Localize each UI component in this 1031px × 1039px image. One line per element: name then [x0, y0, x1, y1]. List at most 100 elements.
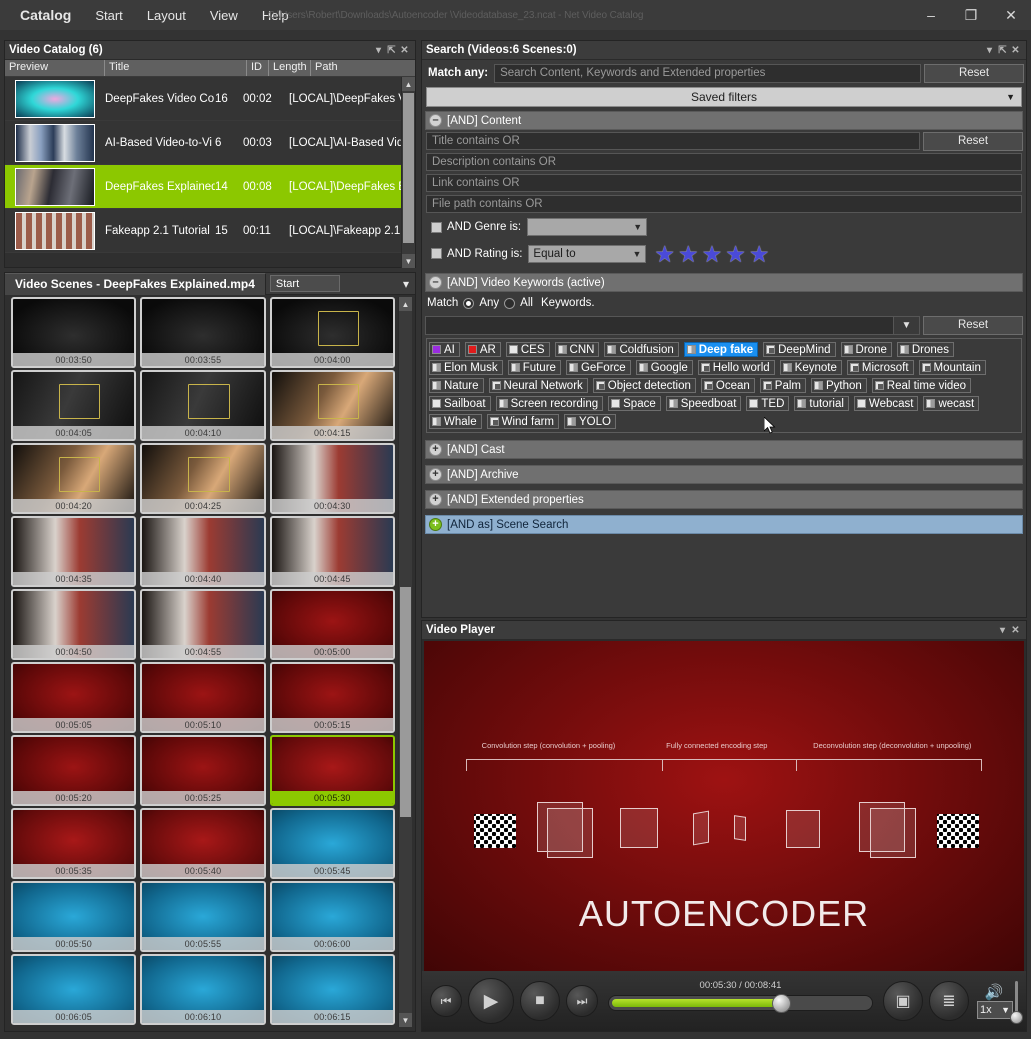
collapse-icon[interactable]: –	[429, 114, 442, 127]
keyword-checkbox[interactable]	[432, 345, 441, 354]
keyword-checkbox[interactable]	[432, 381, 441, 390]
close-icon[interactable]: ✕	[1009, 45, 1022, 56]
group-header-cast[interactable]: + [AND] Cast	[425, 440, 1023, 459]
keyword-tag[interactable]: Palm	[760, 378, 806, 393]
match-any-reset-button[interactable]: Reset	[924, 64, 1024, 83]
expand-icon[interactable]: +	[429, 443, 442, 456]
filepath-contains-input[interactable]: File path contains OR	[426, 195, 1022, 213]
keyword-checkbox[interactable]	[558, 345, 567, 354]
video-thumbnail[interactable]	[15, 168, 95, 206]
scene-thumbnail[interactable]: 00:04:40	[140, 516, 265, 587]
keywords-reset-button[interactable]: Reset	[923, 316, 1023, 335]
keyword-checkbox[interactable]	[704, 381, 713, 390]
keyword-checkbox[interactable]	[814, 381, 823, 390]
rating-star-icon[interactable]: ★	[749, 244, 770, 264]
keyword-checkbox[interactable]	[492, 381, 501, 390]
keyword-tag[interactable]: Google	[636, 360, 693, 375]
keyword-checkbox[interactable]	[432, 363, 441, 372]
keyword-tag[interactable]: Keynote	[780, 360, 842, 375]
collapse-icon[interactable]: –	[429, 276, 442, 289]
video-thumbnail[interactable]	[15, 124, 95, 162]
match-any-input[interactable]: Search Content, Keywords and Extended pr…	[494, 64, 921, 83]
keyword-tag[interactable]: Screen recording	[496, 396, 604, 411]
keyword-tag[interactable]: CES	[506, 342, 550, 357]
scene-thumbnail[interactable]: 00:05:55	[140, 881, 265, 952]
keyword-checkbox[interactable]	[844, 345, 853, 354]
speed-selector[interactable]: 1x ▼	[977, 1001, 1013, 1019]
keyword-tag[interactable]: AI	[429, 342, 460, 357]
keyword-checkbox[interactable]	[639, 363, 648, 372]
pin-icon[interactable]: ⇱	[996, 45, 1009, 56]
scroll-up-icon[interactable]: ▲	[399, 297, 412, 311]
keyword-checkbox[interactable]	[900, 345, 909, 354]
scene-thumbnail-selected[interactable]: 00:05:30	[270, 735, 395, 806]
keyword-tag[interactable]: Neural Network	[489, 378, 588, 393]
keyword-checkbox[interactable]	[857, 399, 866, 408]
rating-star-icon[interactable]: ★	[725, 244, 746, 264]
scene-thumbnail[interactable]: 00:04:05	[11, 370, 136, 441]
keyword-tag[interactable]: Elon Musk	[429, 360, 503, 375]
close-icon[interactable]: ✕	[398, 45, 411, 56]
column-header-preview[interactable]: Preview	[5, 60, 105, 76]
title-contains-input[interactable]: Title contains OR	[426, 132, 920, 150]
play-button[interactable]: ▶	[468, 978, 514, 1024]
table-row[interactable]: Fakeapp 2.1 Tutorial 15 00:11 [LOCAL]\Fa…	[5, 209, 415, 253]
keyword-tag[interactable]: Nature	[429, 378, 484, 393]
mute-icon[interactable]: 🔊	[985, 983, 1004, 1001]
scenes-scrollbar[interactable]: ▲ ▼	[398, 297, 412, 1027]
rating-star-icon[interactable]: ★	[702, 244, 723, 264]
scenes-tab[interactable]: Video Scenes - DeepFakes Explained.mp4	[5, 273, 266, 295]
scene-thumbnail[interactable]: 00:04:10	[140, 370, 265, 441]
menu-item-help[interactable]: Help	[250, 4, 301, 27]
keyword-checkbox[interactable]	[432, 417, 441, 426]
keyword-checkbox[interactable]	[850, 363, 859, 372]
rating-star-icon[interactable]: ★	[678, 244, 699, 264]
scene-thumbnail[interactable]: 00:04:00	[270, 297, 395, 368]
chevron-down-icon[interactable]: ▾	[372, 45, 385, 56]
table-row[interactable]: DeepFakes Video Co 16 00:02 [LOCAL]\Deep…	[5, 77, 415, 121]
table-row[interactable]: AI-Based Video-to-Vi 6 00:03 [LOCAL]\AI-…	[5, 121, 415, 165]
keyword-tag[interactable]: Real time video	[872, 378, 971, 393]
volume-control[interactable]	[1015, 981, 1018, 1021]
keyword-tag[interactable]: Mountain	[919, 360, 986, 375]
expand-icon[interactable]: +	[429, 493, 442, 506]
genre-combo[interactable]: ▼	[527, 218, 647, 236]
keyword-tag[interactable]: tutorial	[794, 396, 849, 411]
keyword-tag[interactable]: Microsoft	[847, 360, 914, 375]
keyword-checkbox[interactable]	[611, 399, 620, 408]
scene-thumbnail[interactable]: 00:03:50	[11, 297, 136, 368]
keyword-tag[interactable]: Webcast	[854, 396, 919, 411]
column-header-id[interactable]: ID	[247, 60, 269, 76]
video-surface[interactable]: Convolution step (convolution + pooling)…	[424, 641, 1024, 971]
group-header-extended-properties[interactable]: + [AND] Extended properties	[425, 490, 1023, 509]
minimize-button[interactable]: –	[911, 0, 951, 30]
scene-button[interactable]: ≣	[929, 981, 969, 1021]
keyword-tag[interactable]: Coldfusion	[604, 342, 678, 357]
scene-thumbnail[interactable]: 00:04:45	[270, 516, 395, 587]
keyword-tag[interactable]: CNN	[555, 342, 600, 357]
genre-checkbox[interactable]	[431, 222, 442, 233]
keyword-checkbox[interactable]	[567, 417, 576, 426]
rating-checkbox[interactable]	[431, 248, 442, 259]
scene-thumbnail[interactable]: 00:04:25	[140, 443, 265, 514]
scene-thumbnail[interactable]: 00:05:35	[11, 808, 136, 879]
scene-thumbnail[interactable]: 00:05:45	[270, 808, 395, 879]
content-reset-button[interactable]: Reset	[923, 132, 1023, 151]
keyword-checkbox[interactable]	[468, 345, 477, 354]
keyword-checkbox[interactable]	[766, 345, 775, 354]
stop-button[interactable]: ■	[520, 981, 560, 1021]
scene-thumbnail[interactable]: 00:05:20	[11, 735, 136, 806]
keyword-tag[interactable]: TED	[746, 396, 789, 411]
snapshot-button[interactable]: ▣	[883, 981, 923, 1021]
keyword-tag[interactable]: Object detection	[593, 378, 696, 393]
close-icon[interactable]: ✕	[1009, 625, 1022, 636]
menu-item-start[interactable]: Start	[83, 4, 134, 27]
maximize-button[interactable]: ❐	[951, 0, 991, 30]
scene-thumbnail[interactable]: 00:05:05	[11, 662, 136, 733]
group-header-archive[interactable]: + [AND] Archive	[425, 465, 1023, 484]
scene-thumbnail[interactable]: 00:06:00	[270, 881, 395, 952]
match-any-radio[interactable]	[463, 298, 474, 309]
chevron-down-icon[interactable]: ▾	[983, 45, 996, 56]
keyword-tag[interactable]: Sailboat	[429, 396, 491, 411]
scene-thumbnail[interactable]: 00:04:20	[11, 443, 136, 514]
